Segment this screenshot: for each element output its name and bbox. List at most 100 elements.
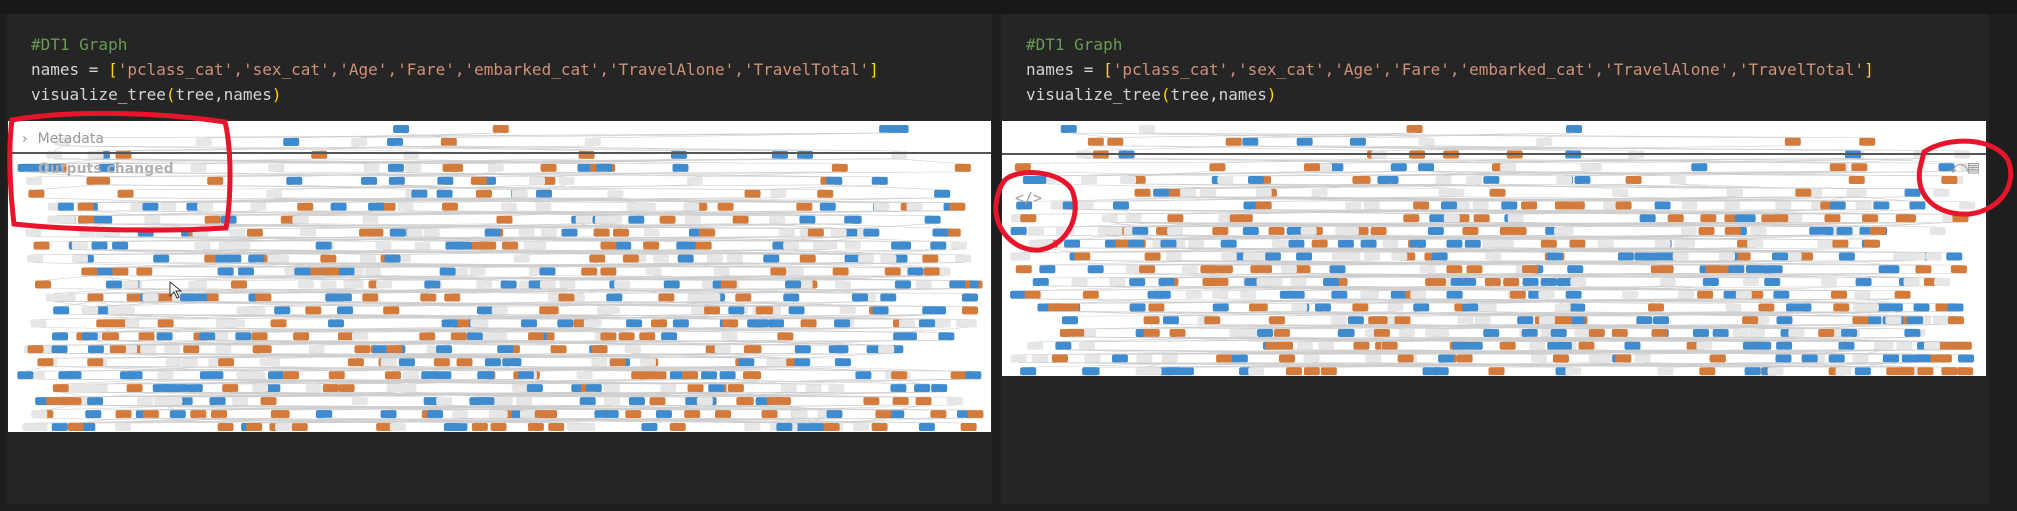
metadata-section[interactable]: › Metadata: [22, 131, 104, 147]
tree-node: [1771, 252, 1788, 261]
tree-node: [607, 189, 624, 198]
tree-node: [496, 215, 513, 224]
tree-node: [1588, 329, 1605, 337]
tree-node: [1795, 188, 1812, 197]
tree-node: [540, 228, 557, 237]
tree-node: [1639, 214, 1656, 223]
tree-node: [398, 358, 415, 367]
tree-node: [471, 241, 488, 250]
left-code-editor[interactable]: #DT1 Graph names = ['pclass_cat','sex_ca…: [31, 32, 879, 107]
tree-node: [855, 371, 872, 380]
tree-node: [1074, 252, 1091, 261]
tree-node: [414, 241, 431, 250]
tree-node: [834, 358, 851, 367]
tree-node: [600, 267, 617, 276]
left-notebook-cell[interactable]: #DT1 Graph names = ['pclass_cat','sex_ca…: [7, 14, 992, 504]
right-list-items: 'pclass_cat','sex_cat','Age','Fare','emb…: [1112, 60, 1865, 79]
tree-node: [320, 280, 337, 289]
tree-node: [1655, 252, 1672, 261]
tree-node: [1345, 201, 1362, 210]
tree-node: [273, 254, 290, 263]
tree-node: [1200, 188, 1217, 197]
tree-node: [717, 202, 734, 211]
tree-node: [1431, 252, 1448, 261]
code-icon[interactable]: </>: [1015, 189, 1042, 207]
right-code-editor[interactable]: #DT1 Graph names = ['pclass_cat','sex_ca…: [1026, 32, 1874, 107]
tree-node: [161, 384, 178, 393]
tree-node: [328, 371, 345, 380]
right-fn-args: tree,names: [1170, 85, 1267, 104]
tree-node: [1848, 176, 1865, 184]
tree-node: [1394, 316, 1411, 325]
tree-node: [1318, 341, 1335, 350]
tree-node: [579, 423, 596, 432]
tree-node: [831, 163, 848, 172]
tree-node: [1885, 316, 1902, 325]
tree-node: [660, 384, 677, 393]
tree-node: [1165, 367, 1182, 376]
tree-node: [1084, 354, 1101, 363]
tree-node: [452, 410, 469, 419]
tree-node: [190, 410, 207, 419]
tree-node: [1957, 367, 1974, 376]
tree-node: [655, 410, 672, 419]
tree-node: [500, 202, 517, 211]
tree-node: [639, 202, 656, 211]
tree-node: [832, 345, 849, 354]
tree-node: [1464, 239, 1481, 248]
tree-node: [1082, 290, 1099, 299]
tree-node: [934, 319, 951, 328]
tree-node: [1509, 290, 1526, 299]
tree-node: [1719, 252, 1736, 261]
left-names-var: names: [31, 60, 80, 79]
tree-node: [1285, 367, 1302, 376]
tree-node: [1242, 137, 1259, 146]
tree-node: [1209, 163, 1226, 172]
tree-node: [898, 319, 915, 328]
tree-node: [1521, 329, 1538, 337]
tree-node: [1776, 316, 1793, 325]
tree-node: [512, 384, 529, 393]
tree-node: [1160, 239, 1177, 248]
undo-icon[interactable]: ⤺: [1949, 157, 1968, 178]
tree-node: [380, 410, 397, 419]
tree-node: [1462, 303, 1479, 312]
tree-node: [1212, 303, 1229, 312]
tree-node: [22, 423, 39, 432]
tree-node: [1869, 227, 1886, 235]
right-notebook-cell[interactable]: #DT1 Graph names = ['pclass_cat','sex_ca…: [1001, 14, 1989, 504]
tree-node: [1129, 303, 1146, 312]
tree-node: [1935, 354, 1952, 363]
tree-node: [165, 358, 182, 367]
tree-node: [1162, 316, 1179, 325]
tree-node: [77, 215, 94, 224]
tree-node: [600, 241, 617, 250]
tree-node: [1499, 341, 1516, 350]
tree-node: [229, 228, 246, 237]
tree-node: [713, 267, 730, 276]
tree-node: [637, 371, 654, 380]
tree-node: [263, 358, 280, 367]
tree-node: [787, 267, 804, 276]
left-code-comment: #DT1 Graph: [31, 35, 128, 54]
tree-node: [880, 254, 897, 263]
tree-node: [1371, 316, 1388, 325]
tree-node: [770, 267, 787, 276]
tree-node: [376, 280, 393, 289]
tree-node: [1611, 329, 1628, 337]
tree-node: [752, 319, 769, 328]
tree-node: [1081, 176, 1098, 184]
tree-node: [427, 410, 444, 419]
tree-node: [807, 228, 824, 237]
tree-node: [1862, 303, 1879, 312]
chevron-right-icon[interactable]: ›: [22, 131, 28, 147]
tree-node: [126, 371, 143, 380]
tree-node: [351, 332, 368, 341]
tree-node: [1556, 176, 1573, 184]
tree-node: [386, 384, 403, 393]
tree-node: [1698, 227, 1715, 235]
tree-node: [1109, 278, 1126, 286]
output-toggle-icon[interactable]: ▤: [1968, 157, 1979, 178]
tree-node: [922, 254, 939, 263]
tree-node: [1828, 354, 1845, 363]
